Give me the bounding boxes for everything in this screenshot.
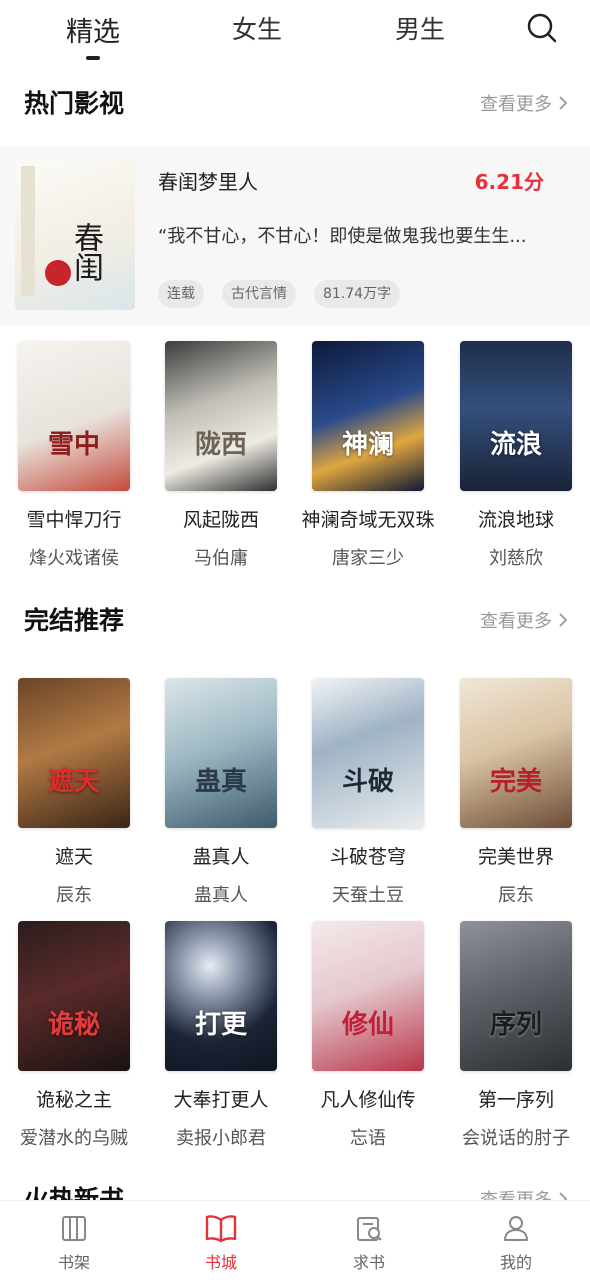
book-description: “我不甘心，不甘心！即使是做鬼我也要生生... xyxy=(158,226,527,247)
cover-text: 神澜 xyxy=(341,430,394,460)
book-cover: 斗破 xyxy=(312,678,424,828)
view-more-label: 查看更多 xyxy=(480,94,552,115)
book-title: 蛊真人 xyxy=(192,846,250,868)
cover-text: 春闺 xyxy=(68,222,103,282)
book-cover: 春闺 xyxy=(15,160,135,310)
cover-text: 诡秘 xyxy=(47,1010,100,1040)
book-card[interactable]: 序列 第一序列 会说话的肘子 xyxy=(446,921,586,1150)
nav-bookshelf[interactable]: 书架 xyxy=(29,1213,119,1273)
chevron-right-icon xyxy=(559,96,568,110)
view-more-button[interactable]: 查看更多 xyxy=(480,607,568,633)
tab-female[interactable]: 女生 xyxy=(202,10,312,46)
book-card[interactable]: 完美 完美世界 辰东 xyxy=(446,678,586,907)
nav-label: 我的 xyxy=(499,1253,532,1272)
nav-profile[interactable]: 我的 xyxy=(471,1213,561,1273)
bookshelf-icon xyxy=(62,1216,86,1241)
cover-text: 雪中 xyxy=(47,430,100,460)
cover-text: 打更 xyxy=(194,1010,247,1040)
book-title: 诡秘之主 xyxy=(35,1089,112,1111)
book-title: 大奉打更人 xyxy=(173,1089,269,1111)
view-more-label: 查看更多 xyxy=(480,611,552,632)
section-title: 完结推荐 xyxy=(24,606,125,635)
cover-text: 序列 xyxy=(489,1010,542,1040)
book-title: 第一序列 xyxy=(477,1089,554,1111)
book-author: 忘语 xyxy=(350,1128,386,1149)
book-cover: 序列 xyxy=(460,921,572,1071)
book-author: 刘慈欣 xyxy=(489,548,543,569)
book-title: 完美世界 xyxy=(477,846,554,868)
status-tag: 连载 xyxy=(158,280,204,308)
book-author: 卖报小郎君 xyxy=(176,1128,266,1149)
book-card[interactable]: 蛊真 蛊真人 蛊真人 xyxy=(151,678,291,907)
book-title: 斗破苍穹 xyxy=(329,846,406,868)
cover-text: 完美 xyxy=(489,767,542,797)
nav-label: 书城 xyxy=(204,1253,237,1272)
book-cover: 流浪 xyxy=(460,341,572,491)
book-cover: 打更 xyxy=(165,921,277,1071)
book-title: 春闺梦里人 xyxy=(158,170,258,194)
book-author: 唐家三少 xyxy=(332,548,404,569)
tag-list: 连载 古代言情 81.74万字 xyxy=(158,280,401,308)
tab-featured[interactable]: 精选 xyxy=(38,10,148,49)
book-cover: 诡秘 xyxy=(18,921,130,1071)
book-score: 6.21分 xyxy=(474,170,544,194)
book-cover: 陇西 xyxy=(165,341,277,491)
cover-text: 蛊真 xyxy=(194,767,247,797)
book-author: 烽火戏诸侯 xyxy=(29,548,119,569)
book-cover: 修仙 xyxy=(312,921,424,1071)
book-cover: 蛊真 xyxy=(165,678,277,828)
genre-tag: 古代言情 xyxy=(222,280,296,308)
chevron-right-icon xyxy=(559,613,568,627)
book-card[interactable]: 流浪 流浪地球 刘慈欣 xyxy=(446,341,586,570)
nav-label: 求书 xyxy=(352,1253,385,1272)
cover-text: 遮天 xyxy=(47,767,100,797)
book-card[interactable]: 斗破 斗破苍穹 天蚕土豆 xyxy=(298,678,438,907)
book-card[interactable]: 遮天 遮天 辰东 xyxy=(4,678,144,907)
bottom-navigation: 书架 书城 求书 我的 xyxy=(0,1200,590,1280)
user-icon xyxy=(504,1216,528,1241)
book-cover: 神澜 xyxy=(312,341,424,491)
book-author: 会说话的肘子 xyxy=(462,1128,570,1149)
book-title: 流浪地球 xyxy=(477,509,554,531)
cover-text: 陇西 xyxy=(194,430,247,460)
search-icon[interactable] xyxy=(522,8,566,48)
book-cover: 遮天 xyxy=(18,678,130,828)
nav-label: 书架 xyxy=(57,1253,90,1272)
book-title: 雪中悍刀行 xyxy=(26,509,122,531)
book-author: 辰东 xyxy=(498,885,534,906)
top-tab-bar: 精选 女生 男生 xyxy=(0,0,590,70)
active-tab-indicator xyxy=(86,56,100,60)
cover-text: 斗破 xyxy=(341,767,394,797)
book-card[interactable]: 诡秘 诡秘之主 爱潜水的乌贼 xyxy=(4,921,144,1150)
book-author: 爱潜水的乌贼 xyxy=(20,1128,128,1149)
book-author: 天蚕土豆 xyxy=(332,885,404,906)
nav-bookstore[interactable]: 书城 xyxy=(176,1213,266,1273)
book-title: 神澜奇域无双珠 xyxy=(301,509,435,531)
book-cover: 完美 xyxy=(460,678,572,828)
cover-text: 流浪 xyxy=(489,430,542,460)
book-title: 凡人修仙传 xyxy=(320,1089,416,1111)
book-author: 马伯庸 xyxy=(194,548,248,569)
book-card[interactable]: 神澜 神澜奇域无双珠 唐家三少 xyxy=(298,341,438,570)
wordcount-tag: 81.74万字 xyxy=(314,280,401,308)
book-card[interactable]: 修仙 凡人修仙传 忘语 xyxy=(298,921,438,1150)
hot-video-header: 热门影视 查看更多 xyxy=(0,84,590,128)
book-card[interactable]: 打更 大奉打更人 卖报小郎君 xyxy=(151,921,291,1150)
book-open-icon xyxy=(205,1215,237,1243)
nav-request-book[interactable]: 求书 xyxy=(324,1213,414,1273)
request-book-icon xyxy=(357,1217,382,1241)
book-title: 风起陇西 xyxy=(182,509,259,531)
book-title: 遮天 xyxy=(54,846,93,868)
completed-header: 完结推荐 查看更多 xyxy=(0,601,590,645)
book-cover: 雪中 xyxy=(18,341,130,491)
view-more-button[interactable]: 查看更多 xyxy=(480,90,568,116)
book-author: 辰东 xyxy=(56,885,92,906)
featured-book[interactable]: 春闺 春闺梦里人 6.21分 “我不甘心，不甘心！即使是做鬼我也要生生... 连… xyxy=(0,146,590,326)
book-card[interactable]: 陇西 风起陇西 马伯庸 xyxy=(151,341,291,570)
cover-text: 修仙 xyxy=(341,1010,394,1040)
book-card[interactable]: 雪中 雪中悍刀行 烽火戏诸侯 xyxy=(4,341,144,570)
tab-male[interactable]: 男生 xyxy=(365,10,475,46)
section-title: 热门影视 xyxy=(24,89,125,118)
book-author: 蛊真人 xyxy=(194,885,248,906)
